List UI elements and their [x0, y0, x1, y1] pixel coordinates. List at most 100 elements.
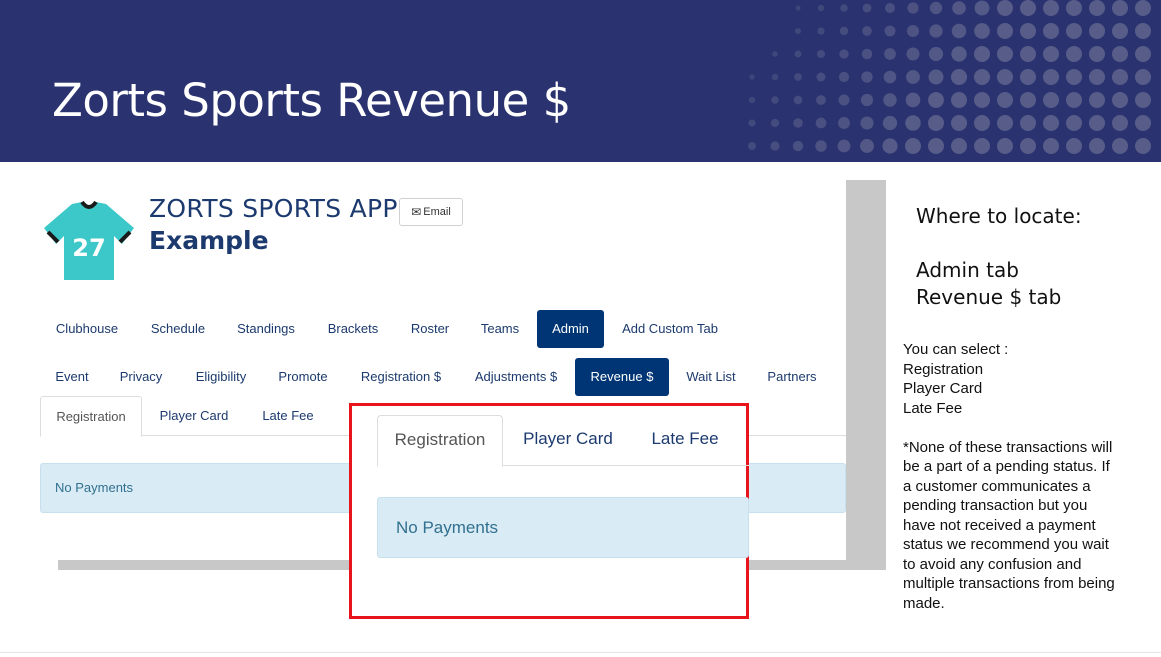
decor-dot	[770, 141, 780, 151]
decor-dot	[1089, 23, 1105, 39]
admin-nav-partners[interactable]: Partners	[753, 358, 831, 396]
decor-dot	[1020, 0, 1036, 16]
decor-dot	[794, 73, 802, 81]
nav-standings[interactable]: Standings	[222, 310, 310, 348]
nav-admin[interactable]: Admin	[537, 310, 604, 348]
decor-dot	[1135, 138, 1151, 154]
decor-dot	[1043, 0, 1059, 16]
decor-dot	[1043, 92, 1059, 108]
decor-dot	[1066, 115, 1082, 131]
admin-nav-revenue[interactable]: Revenue $	[575, 358, 669, 396]
decor-dot	[792, 140, 804, 152]
footer-divider	[0, 652, 1161, 653]
decor-dot	[860, 93, 874, 107]
decor-dot	[951, 92, 967, 108]
option-late-fee: Late Fee	[903, 399, 963, 417]
decor-dot	[1135, 115, 1151, 131]
decor-dot	[974, 0, 990, 16]
decor-dot	[997, 92, 1013, 108]
decor-dot	[770, 118, 780, 128]
admin-nav-adjustments[interactable]: Adjustments $	[460, 358, 572, 396]
decor-dot	[1066, 138, 1082, 154]
decor-dot	[974, 115, 990, 131]
decor-dot	[928, 138, 944, 154]
decor-dot	[974, 69, 990, 85]
decor-dot	[794, 50, 802, 58]
decor-dot	[884, 25, 896, 37]
zoom-tab-late-fee[interactable]: Late Fee	[633, 415, 737, 466]
nav-add-custom-tab[interactable]: Add Custom Tab	[608, 310, 732, 348]
nav-schedule[interactable]: Schedule	[136, 310, 220, 348]
decor-dot	[929, 1, 943, 15]
admin-nav-promote[interactable]: Promote	[266, 358, 340, 396]
decor-dot	[1043, 46, 1059, 62]
decor-dot	[951, 23, 967, 39]
zoom-tab-registration[interactable]: Registration	[377, 415, 503, 467]
select-instructions: You can select : Registration Player Car…	[903, 340, 1118, 613]
zoom-tab-player-card[interactable]: Player Card	[505, 415, 631, 466]
decor-dot	[1020, 138, 1036, 154]
admin-nav-event[interactable]: Event	[40, 358, 104, 396]
decor-dot	[882, 138, 898, 154]
email-button[interactable]: ✉ Email	[399, 198, 463, 226]
jersey-number: 27	[72, 234, 105, 262]
decor-dot	[749, 74, 755, 80]
nav-brackets[interactable]: Brackets	[314, 310, 392, 348]
decor-dot	[884, 48, 896, 60]
admin-nav-registration[interactable]: Registration $	[344, 358, 458, 396]
decor-dot	[928, 46, 944, 62]
decor-dot	[883, 93, 897, 107]
decor-dot	[1135, 46, 1151, 62]
decor-dot	[906, 70, 920, 84]
decor-dot	[1089, 69, 1105, 85]
decor-dot	[840, 4, 848, 12]
decor-dot	[885, 3, 895, 13]
admin-nav-wait-list[interactable]: Wait List	[673, 358, 749, 396]
decor-dot	[928, 92, 944, 108]
decor-dot	[793, 118, 803, 128]
decor-dot	[1135, 92, 1151, 108]
decor-dot	[860, 116, 874, 130]
decor-dot	[951, 69, 967, 85]
nav-teams[interactable]: Teams	[468, 310, 532, 348]
decor-dot	[1089, 46, 1105, 62]
admin-nav-privacy[interactable]: Privacy	[106, 358, 176, 396]
decor-dot	[815, 117, 827, 129]
option-player-card: Player Card	[903, 380, 983, 397]
decor-dot	[748, 142, 756, 150]
decor-dot	[1066, 46, 1082, 62]
decor-dot	[1135, 0, 1151, 16]
decor-dot	[839, 49, 849, 59]
decor-dot	[1089, 138, 1105, 154]
decor-dot	[1066, 23, 1082, 39]
nav-roster[interactable]: Roster	[396, 310, 464, 348]
header-banner: Zorts Sports Revenue $	[0, 0, 1161, 162]
decor-dot	[928, 69, 944, 85]
nav-clubhouse[interactable]: Clubhouse	[40, 310, 134, 348]
decor-dot	[838, 94, 850, 106]
decor-dot	[862, 3, 872, 13]
decor-dot	[974, 23, 990, 39]
decor-dot	[1043, 69, 1059, 85]
pending-note: *None of these transactions will be a pa…	[903, 438, 1115, 612]
decor-dot	[951, 115, 967, 131]
decor-dot	[882, 115, 898, 131]
admin-nav-eligibility[interactable]: Eligibility	[180, 358, 262, 396]
decor-dot	[1135, 69, 1151, 85]
decor-dot	[905, 92, 921, 108]
tab-registration[interactable]: Registration	[40, 396, 142, 437]
decor-dot	[838, 117, 850, 129]
decor-dot	[1043, 23, 1059, 39]
decor-dot	[816, 95, 826, 105]
decor-dot	[905, 115, 921, 131]
tab-late-fee[interactable]: Late Fee	[246, 396, 330, 436]
decor-dot	[862, 26, 872, 36]
decor-dot	[1112, 23, 1128, 39]
tab-player-card[interactable]: Player Card	[144, 396, 244, 436]
zoom-revenue-tabs: Registration Player Card Late Fee	[377, 415, 749, 467]
decor-dot	[1066, 0, 1082, 16]
decor-dot	[974, 138, 990, 154]
decor-dot	[816, 49, 826, 59]
decor-dot	[837, 139, 851, 153]
